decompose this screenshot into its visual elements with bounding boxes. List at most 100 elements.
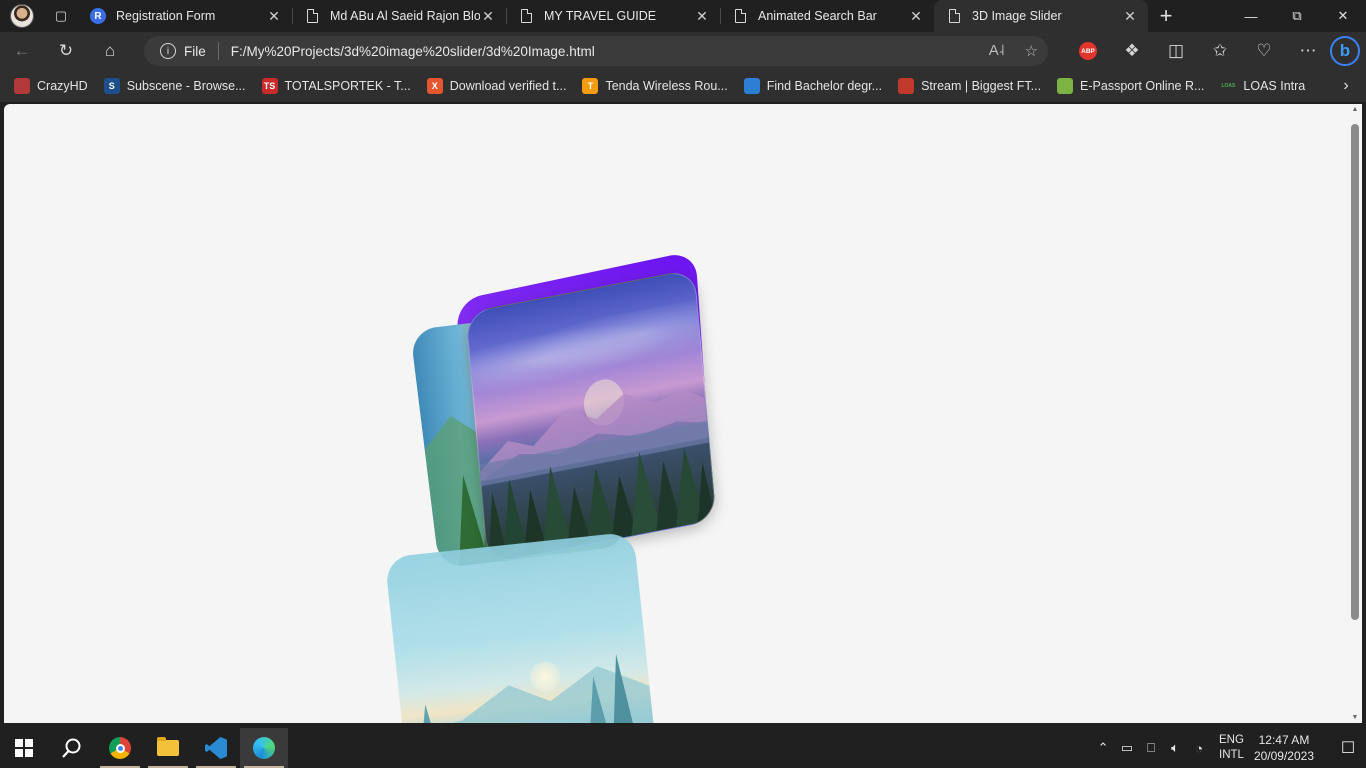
chevron-up-icon[interactable]: ⌃ — [1091, 740, 1115, 756]
bookmark-label: Download verified t... — [449, 79, 567, 93]
refresh-button[interactable]: ↻ — [44, 32, 88, 70]
tab-actions-button[interactable]: ▢ — [44, 0, 78, 32]
extensions-button[interactable]: ❖ — [1110, 32, 1154, 70]
bookmark-favicon-icon — [14, 78, 30, 94]
scroll-down-icon[interactable]: ▼ — [1350, 714, 1360, 721]
document-icon — [732, 8, 748, 24]
close-icon: ✕ — [1337, 8, 1349, 23]
tab-travel-guide[interactable]: MY TRAVEL GUIDE ✕ — [506, 0, 720, 32]
bookmark-item[interactable]: Find Bachelor degr... — [743, 78, 883, 94]
back-button[interactable]: ← — [0, 32, 44, 70]
chevron-right-icon[interactable]: › — [1326, 77, 1366, 95]
arrow-left-icon: ← — [13, 41, 31, 60]
slider-card-next[interactable] — [384, 531, 658, 723]
volume-icon[interactable]: 🔈︎ — [1163, 740, 1187, 756]
taskbar-vscode[interactable] — [192, 728, 240, 768]
bookmark-label: Find Bachelor degr... — [766, 79, 883, 93]
info-icon[interactable]: i — [160, 43, 176, 59]
favorite-star-icon[interactable]: ☆ — [1025, 42, 1038, 60]
tab-actions-icon: ▢ — [54, 8, 68, 23]
keyboard-layout: INTL — [1219, 749, 1244, 761]
teal-forest — [403, 654, 658, 723]
page-scrollbar[interactable]: ▲ ▼ — [1348, 104, 1362, 723]
close-icon[interactable]: ✕ — [480, 8, 496, 25]
notifications-button[interactable]: ☐ — [1330, 738, 1366, 758]
favorites-button[interactable]: ✩ — [1198, 32, 1242, 70]
slider-card-active[interactable] — [465, 268, 717, 565]
document-icon — [946, 8, 962, 24]
plus-icon: + — [1159, 3, 1173, 28]
tab-registration-form[interactable]: R Registration Form ✕ — [78, 0, 292, 32]
divider — [217, 42, 219, 60]
bookmark-label: Subscene - Browse... — [126, 79, 246, 93]
edge-icon — [253, 737, 275, 759]
restore-icon: ⧉ — [1292, 8, 1302, 23]
bookmark-item[interactable]: CrazyHD — [14, 78, 88, 94]
tab-3d-image-slider[interactable]: 3D Image Slider ✕ — [934, 0, 1148, 32]
url-text[interactable]: F:/My%20Projects/3d%20image%20slider/3d%… — [231, 44, 595, 59]
split-screen-button[interactable]: ◫ — [1154, 32, 1198, 70]
battery-icon[interactable]: ▭ — [1115, 740, 1139, 756]
bookmark-favicon-icon: TS — [261, 78, 278, 94]
bookmark-label: Stream | Biggest FT... — [921, 79, 1042, 93]
read-aloud-icon[interactable]: A˨ — [989, 42, 1005, 60]
bookmark-item[interactable]: T Tenda Wireless Rou... — [582, 78, 728, 94]
bookmark-item[interactable]: LOAS LOAS Intra — [1220, 78, 1305, 94]
browser-title-bar: ▢ R Registration Form ✕ Md ABu Al Saeid … — [0, 0, 1366, 32]
clock[interactable]: 12:47 AM 20/09/2023 — [1254, 732, 1314, 764]
document-icon — [518, 8, 534, 24]
bing-icon: b — [1339, 41, 1351, 60]
close-icon[interactable]: ✕ — [266, 8, 282, 25]
bookmark-item[interactable]: Stream | Biggest FT... — [898, 78, 1041, 94]
bookmark-item[interactable]: S Subscene - Browse... — [103, 78, 246, 94]
bookmark-item[interactable]: TS TOTALSPORTEK - T... — [261, 78, 411, 94]
window-controls: — ⧉ ✕ — [1228, 0, 1366, 32]
home-button[interactable]: ⌂ — [88, 32, 132, 70]
minimize-icon: — — [1244, 8, 1258, 24]
address-bar[interactable]: i File F:/My%20Projects/3d%20image%20sli… — [144, 36, 1048, 66]
favorites-icon: ✩ — [1212, 41, 1228, 60]
scrollbar-thumb[interactable] — [1351, 124, 1359, 620]
settings-menu-button[interactable]: ⋯ — [1286, 32, 1330, 70]
profile-avatar — [10, 4, 34, 28]
minimize-button[interactable]: — — [1228, 0, 1274, 32]
browser-toolbar: ← ↻ ⌂ i File F:/My%20Projects/3d%20image… — [0, 32, 1366, 70]
adblock-plus-button[interactable]: ABP — [1066, 32, 1110, 70]
meet-now-icon[interactable]: ⎕ — [1139, 740, 1163, 756]
start-button[interactable] — [0, 728, 48, 768]
tab-blog[interactable]: Md ABu Al Saeid Rajon Blog ✕ — [292, 0, 506, 32]
language-code: ENG — [1219, 734, 1244, 746]
taskbar-file-explorer[interactable] — [144, 728, 192, 768]
close-icon[interactable]: ✕ — [908, 8, 924, 25]
bookmarks-bar: CrazyHD S Subscene - Browse... TS TOTALSPORT… — [0, 70, 1366, 102]
refresh-icon: ↻ — [58, 41, 74, 60]
wifi-icon[interactable]: ◔ — [1187, 741, 1211, 756]
heart-pulse-icon: ♡ — [1256, 41, 1272, 60]
r-letter-icon: R — [90, 8, 106, 24]
profile-button[interactable] — [0, 0, 44, 32]
bookmark-favicon-icon — [898, 78, 915, 94]
tab-animated-search-bar[interactable]: Animated Search Bar ✕ — [720, 0, 934, 32]
bookmark-favicon-icon: LOAS — [1220, 78, 1237, 94]
close-window-button[interactable]: ✕ — [1320, 0, 1366, 32]
bookmark-favicon-icon — [743, 78, 760, 94]
browser-essentials-button[interactable]: ♡ — [1242, 32, 1286, 70]
scroll-up-icon[interactable]: ▲ — [1350, 106, 1360, 113]
bookmark-favicon-icon: X — [426, 78, 443, 94]
new-tab-button[interactable]: + — [1148, 0, 1184, 32]
language-indicator[interactable]: ENG INTL — [1219, 733, 1244, 763]
bookmark-item[interactable]: X Download verified t... — [426, 78, 567, 94]
bookmark-label: E-Passport Online R... — [1080, 79, 1205, 93]
maximize-button[interactable]: ⧉ — [1274, 0, 1320, 32]
tab-title: Md ABu Al Saeid Rajon Blog — [330, 9, 480, 23]
close-icon[interactable]: ✕ — [694, 8, 710, 25]
bing-copilot-button[interactable]: b — [1330, 36, 1360, 66]
taskbar-chrome[interactable] — [96, 728, 144, 768]
bookmark-item[interactable]: E-Passport Online R... — [1057, 78, 1204, 94]
vscode-icon — [205, 737, 227, 759]
taskbar-search-button[interactable] — [48, 728, 96, 768]
split-screen-icon: ◫ — [1167, 41, 1185, 60]
more-dots-icon: ⋯ — [1299, 41, 1317, 60]
taskbar-edge[interactable] — [240, 728, 288, 768]
close-icon[interactable]: ✕ — [1122, 8, 1138, 25]
